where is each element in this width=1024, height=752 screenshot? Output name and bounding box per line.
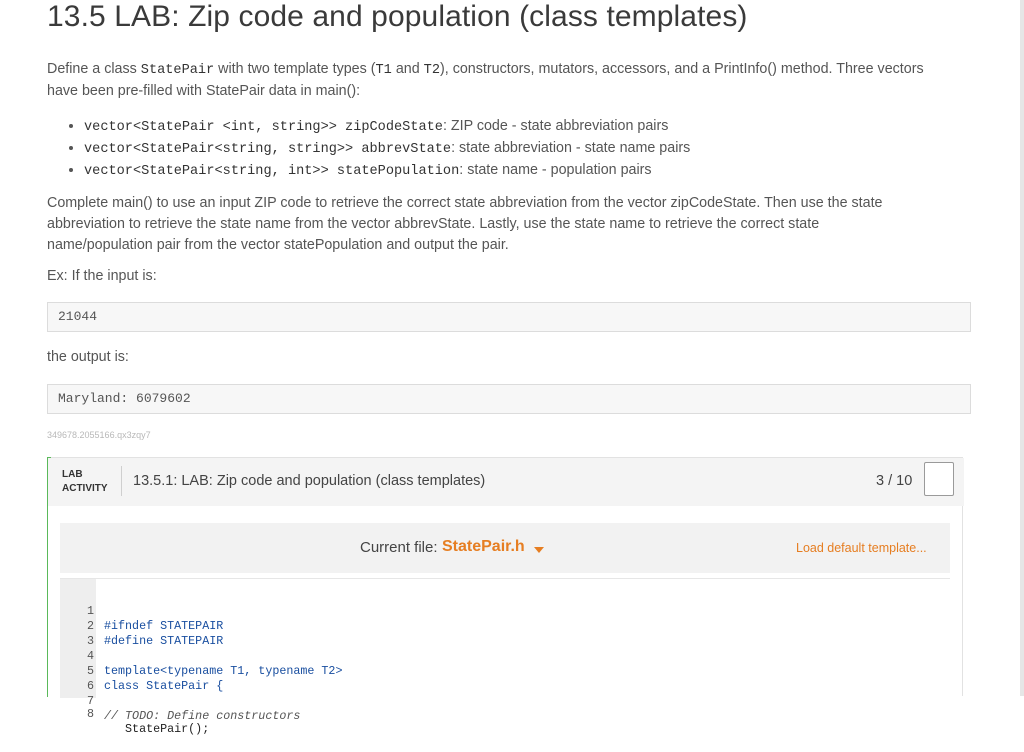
lab-title: 13.5.1: LAB: Zip code and population (cl…: [133, 473, 486, 489]
vector-code: vector<StatePair <int, string>> zipCodeS…: [84, 120, 443, 135]
vector-code: vector<StatePair<string, string>> abbrev…: [84, 142, 452, 157]
lab-activity: LAB ACTIVITY 13.5.1: LAB: Zip code and p…: [47, 457, 964, 736]
intro-text-line2: have been pre-filled with StatePair data…: [47, 83, 361, 99]
example-output-box: Maryland: 6079602: [47, 384, 971, 414]
code-text: template<typename T1, typename T2>: [104, 664, 343, 678]
instructions-paragraph: Complete main() to use an input ZIP code…: [47, 193, 963, 256]
page-scrollbar[interactable]: [1020, 0, 1024, 696]
list-item: vector<StatePair <int, string>> zipCodeS…: [84, 116, 690, 138]
file-bar: Current file: StatePair.h Load default t…: [60, 523, 950, 573]
load-default-template-link[interactable]: Load default template...: [796, 541, 927, 555]
list-item: vector<StatePair<string, int>> statePopu…: [84, 160, 690, 182]
code-line[interactable]: 2 #define STATEPAIR: [60, 604, 223, 648]
code-line[interactable]: 1 #ifndef STATEPAIR: [60, 589, 223, 633]
code-line[interactable]: 3: [60, 619, 116, 648]
lab-score: 3 / 10: [876, 473, 913, 489]
lab-activity-tag: LAB ACTIVITY: [62, 468, 108, 496]
line-number: 8: [86, 707, 94, 721]
vector-desc: : ZIP code - state abbreviation pairs: [442, 118, 669, 134]
intro-text-1: Define a class: [47, 61, 141, 77]
code-line[interactable]: 8 StatePair();: [60, 692, 209, 736]
example-label: Ex: If the input is:: [47, 268, 157, 284]
code-line[interactable]: 4 template<typename T1, typename T2>: [60, 634, 342, 678]
current-file-dropdown[interactable]: StatePair.h: [442, 538, 525, 556]
example-input-box: 21044: [47, 302, 971, 332]
intro-text-2: with two template types (: [214, 61, 376, 77]
chevron-down-icon[interactable]: [534, 547, 544, 553]
class-name-code: StatePair: [140, 63, 215, 78]
lab-header: LAB ACTIVITY 13.5.1: LAB: Zip code and p…: [48, 458, 964, 506]
lab-tag-line1: LAB: [62, 469, 83, 480]
code-text: #ifndef STATEPAIR: [104, 619, 224, 633]
vector-desc: : state abbreviation - state name pairs: [451, 140, 691, 156]
vector-code: vector<StatePair<string, int>> statePopu…: [84, 164, 460, 179]
code-text: #define STATEPAIR: [104, 634, 224, 648]
intro-paragraph: Define a class StatePair with two templa…: [47, 59, 963, 102]
code-line[interactable]: 5 class StatePair {: [60, 649, 223, 693]
t1-code: T1: [375, 63, 392, 78]
instructions-line: abbreviation to retrieve the state name …: [47, 216, 820, 232]
score-badge-icon: [924, 462, 954, 496]
t2-code: T2: [423, 63, 440, 78]
vector-desc: : state name - population pairs: [459, 162, 652, 178]
instructions-line: Complete main() to use an input ZIP code…: [47, 195, 883, 211]
page-title: 13.5 LAB: Zip code and population (class…: [47, 0, 748, 33]
list-item: vector<StatePair<string, string>> abbrev…: [84, 138, 690, 160]
lab-workspace: Current file: StatePair.h Load default t…: [48, 506, 962, 736]
activity-id: 349678.2055166.qx3zqy7: [47, 430, 151, 440]
intro-text-4: ), constructors, mutators, accessors, an…: [439, 61, 924, 77]
vector-list: vector<StatePair <int, string>> zipCodeS…: [47, 116, 690, 182]
instructions-line: name/population pair from the vector sta…: [47, 237, 509, 253]
code-editor[interactable]: 1 #ifndef STATEPAIR 2 #define STATEPAIR …: [60, 578, 950, 736]
intro-text-3: and: [391, 61, 424, 77]
current-file-label: Current file:: [360, 539, 438, 556]
code-text: StatePair();: [104, 722, 210, 736]
code-line[interactable]: 6: [60, 664, 116, 693]
code-text: class StatePair {: [104, 679, 224, 693]
lab-tag-line2: ACTIVITY: [62, 483, 108, 494]
lab-divider: [121, 466, 122, 496]
output-label: the output is:: [47, 349, 129, 365]
